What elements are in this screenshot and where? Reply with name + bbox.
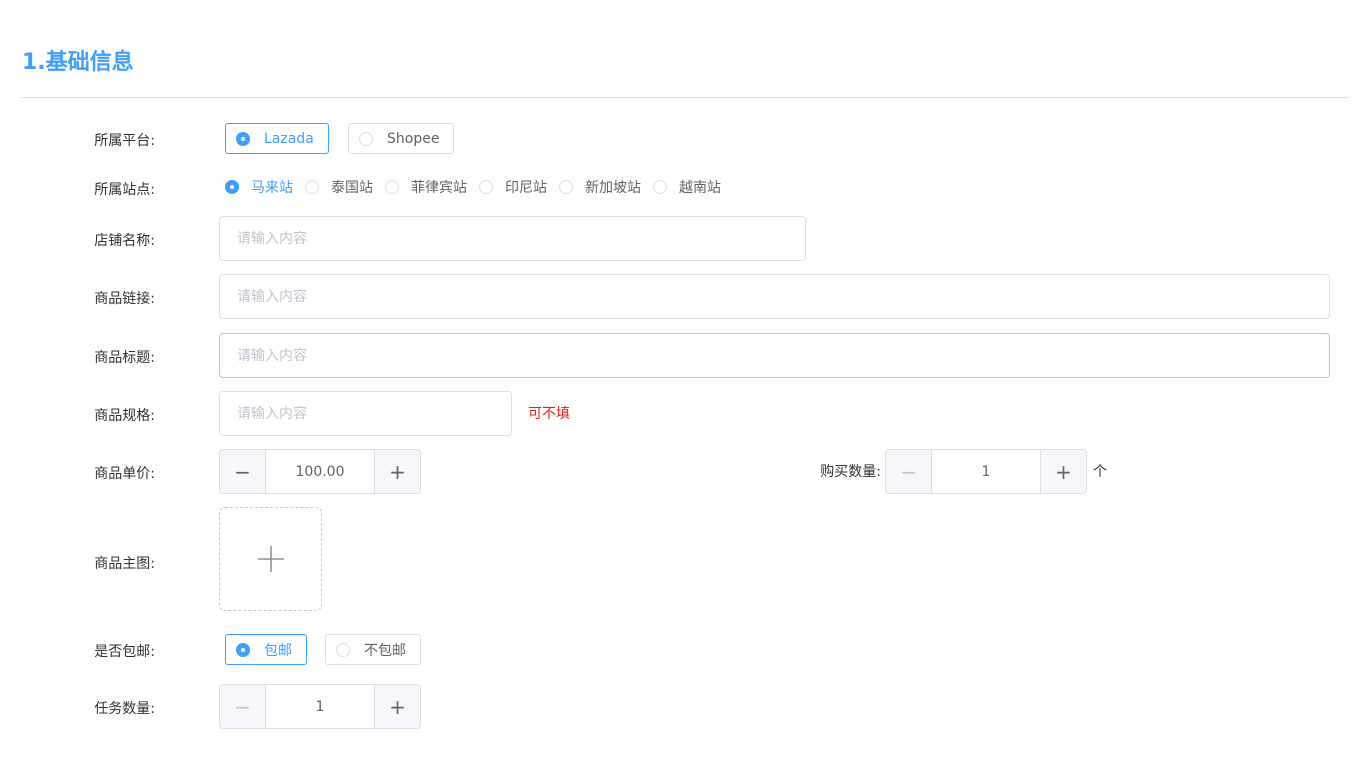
site-option-vietnam[interactable]: 越南站 bbox=[653, 177, 721, 197]
site-label: 所属站点: bbox=[94, 182, 155, 198]
minus-icon[interactable]: − bbox=[220, 450, 266, 493]
minus-icon[interactable]: − bbox=[886, 450, 932, 493]
product-link-label: 商品链接: bbox=[94, 291, 155, 307]
product-spec-label: 商品规格: bbox=[94, 408, 155, 424]
site-option-indonesia[interactable]: 印尼站 bbox=[479, 177, 547, 197]
site-option-label: 菲律宾站 bbox=[411, 180, 467, 196]
section-title: 1.基础信息 bbox=[22, 50, 134, 75]
site-option-label: 新加坡站 bbox=[585, 180, 641, 196]
free-shipping-option-label: 不包邮 bbox=[364, 642, 406, 659]
radio-checked-icon bbox=[236, 131, 250, 146]
site-option-label: 印尼站 bbox=[505, 180, 547, 196]
site-option-label: 泰国站 bbox=[331, 180, 373, 196]
site-option-label: 马来站 bbox=[251, 180, 293, 196]
product-title-label: 商品标题: bbox=[94, 350, 155, 366]
radio-unchecked-icon bbox=[653, 180, 667, 194]
main-image-label: 商品主图: bbox=[94, 556, 155, 572]
purchase-qty-stepper: − 1 + bbox=[885, 449, 1087, 494]
section-divider bbox=[21, 97, 1349, 98]
purchase-qty-label: 购买数量: bbox=[820, 464, 881, 480]
free-shipping-label: 是否包邮: bbox=[94, 644, 155, 660]
site-option-label: 越南站 bbox=[679, 180, 721, 196]
radio-unchecked-icon bbox=[305, 180, 319, 194]
free-shipping-option-no[interactable]: 不包邮 bbox=[325, 634, 421, 665]
purchase-qty-value[interactable]: 1 bbox=[932, 450, 1040, 493]
product-spec-hint: 可不填 bbox=[528, 406, 570, 422]
site-option-thailand[interactable]: 泰国站 bbox=[305, 177, 373, 197]
unit-price-stepper: − 100.00 + bbox=[219, 449, 421, 494]
task-qty-label: 任务数量: bbox=[94, 701, 155, 717]
main-image-uploader[interactable] bbox=[219, 507, 322, 611]
radio-unchecked-icon bbox=[336, 642, 350, 657]
plus-icon[interactable]: + bbox=[374, 685, 420, 728]
plus-icon[interactable]: + bbox=[1040, 450, 1086, 493]
purchase-qty-unit: 个 bbox=[1093, 464, 1107, 480]
platform-option-shopee[interactable]: Shopee bbox=[348, 123, 455, 154]
platform-option-lazada[interactable]: Lazada bbox=[225, 123, 329, 154]
platform-label: 所属平台: bbox=[94, 133, 155, 149]
task-qty-value[interactable]: 1 bbox=[266, 685, 374, 728]
task-qty-stepper: − 1 + bbox=[219, 684, 421, 729]
radio-unchecked-icon bbox=[385, 180, 399, 194]
platform-option-label: Lazada bbox=[264, 130, 314, 147]
radio-checked-icon bbox=[225, 180, 239, 194]
unit-price-value[interactable]: 100.00 bbox=[266, 450, 374, 493]
platform-option-label: Shopee bbox=[387, 130, 440, 147]
free-shipping-option-label: 包邮 bbox=[264, 642, 292, 659]
unit-price-label: 商品单价: bbox=[94, 466, 155, 482]
minus-icon[interactable]: − bbox=[220, 685, 266, 728]
radio-unchecked-icon bbox=[359, 131, 373, 146]
shop-name-input[interactable] bbox=[219, 216, 806, 261]
site-option-philippines[interactable]: 菲律宾站 bbox=[385, 177, 467, 197]
plus-icon bbox=[257, 546, 284, 572]
radio-unchecked-icon bbox=[559, 180, 573, 194]
free-shipping-option-yes[interactable]: 包邮 bbox=[225, 634, 307, 665]
site-option-singapore[interactable]: 新加坡站 bbox=[559, 177, 641, 197]
shop-name-label: 店铺名称: bbox=[94, 233, 155, 249]
product-spec-input[interactable] bbox=[219, 391, 512, 436]
product-link-input[interactable] bbox=[219, 274, 1330, 319]
plus-icon[interactable]: + bbox=[374, 450, 420, 493]
radio-checked-icon bbox=[236, 642, 250, 657]
site-option-malaysia[interactable]: 马来站 bbox=[225, 177, 293, 197]
radio-unchecked-icon bbox=[479, 180, 493, 194]
product-title-input[interactable] bbox=[219, 333, 1330, 378]
site-radio-group: 马来站 泰国站 菲律宾站 印尼站 新加坡站 越南站 bbox=[225, 177, 733, 197]
